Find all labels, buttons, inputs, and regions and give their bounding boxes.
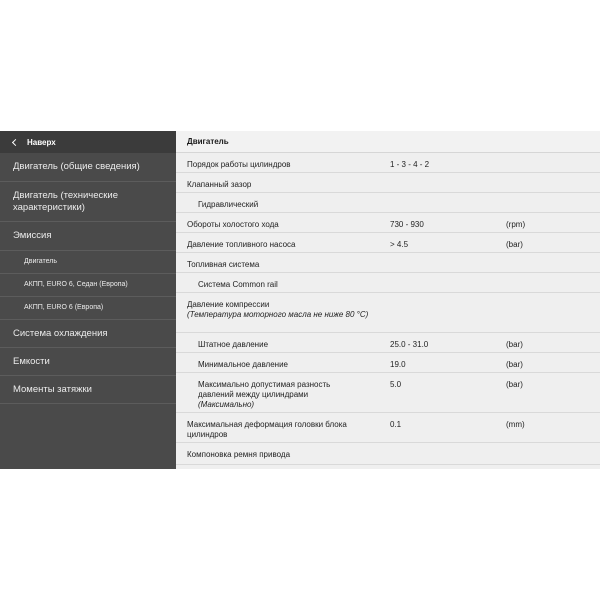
sidebar-item-capacities[interactable]: Емкости xyxy=(0,348,176,376)
row-value: 25.0 - 31.0 xyxy=(390,340,429,349)
row-label: Давление компрессии (Температура моторно… xyxy=(187,300,377,320)
row-value: 5.0 xyxy=(390,380,402,389)
row-unit: (bar) xyxy=(506,360,523,369)
sidebar: Наверх Двигатель (общие сведения) Двигат… xyxy=(0,131,176,469)
sidebar-item-label: Емкости xyxy=(13,355,50,367)
row-value: 19.0 xyxy=(390,360,406,369)
row-label-text: Давление компрессии xyxy=(187,300,270,309)
sidebar-item-engine-specs[interactable]: Двигатель (технические характеристики) xyxy=(0,182,176,222)
table-row[interactable]: Компоновка ремня привода xyxy=(176,443,600,465)
sidebar-item-cooling[interactable]: Система охлаждения xyxy=(0,320,176,348)
row-label: Компоновка ремня привода xyxy=(187,450,291,459)
row-label: Система Common rail xyxy=(198,280,278,289)
sidebar-item-label: Двигатель (общие сведения) xyxy=(13,161,140,172)
section-title: Двигатель xyxy=(176,131,600,153)
row-label: Гидравлический xyxy=(198,200,259,209)
sidebar-subitem-akpp-sedan[interactable]: АКПП, EURO 6, Седан (Европа) xyxy=(0,274,176,297)
row-unit: (mm) xyxy=(506,420,525,429)
table-row: Порядок работы цилиндров 1 - 3 - 4 - 2 xyxy=(176,153,600,173)
row-value: 1 - 3 - 4 - 2 xyxy=(390,160,430,169)
row-unit: (bar) xyxy=(506,340,523,349)
table-row: Гидравлический xyxy=(176,193,600,213)
sidebar-item-label: АКПП, EURO 6 (Европа) xyxy=(24,304,104,311)
app-window: Наверх Двигатель (общие сведения) Двигат… xyxy=(0,131,600,469)
row-label: Обороты холостого хода xyxy=(187,220,279,229)
row-label: Максимально допустимая разность давлений… xyxy=(198,380,358,410)
chevron-left-icon xyxy=(11,138,20,146)
row-label: Максимальная деформация головки блока ци… xyxy=(187,420,347,439)
row-unit: (rpm) xyxy=(506,220,526,229)
table-row: Топливная система xyxy=(176,253,600,273)
row-label: Клапанный зазор xyxy=(187,180,252,189)
sidebar-item-label: Эмиссия xyxy=(13,230,52,241)
table-row: Давление компрессии (Температура моторно… xyxy=(176,293,600,333)
back-button[interactable]: Наверх xyxy=(0,131,176,153)
spec-table: Двигатель Порядок работы цилиндров 1 - 3… xyxy=(176,131,600,469)
sidebar-item-label: Система охлаждения xyxy=(13,327,108,339)
table-row: Максимально допустимая разность давлений… xyxy=(176,373,600,413)
sidebar-item-torque[interactable]: Моменты затяжки xyxy=(0,376,176,404)
sidebar-item-engine-general[interactable]: Двигатель (общие сведения) xyxy=(0,153,176,182)
row-unit: (bar) xyxy=(506,380,523,389)
row-value: 730 - 930 xyxy=(390,220,424,229)
row-note: (Температура моторного масла не ниже 80 … xyxy=(187,310,369,319)
table-row: Клапанный зазор xyxy=(176,173,600,193)
sidebar-item-label: Моменты затяжки xyxy=(13,383,92,395)
sidebar-subitem-engine[interactable]: Двигатель xyxy=(0,251,176,274)
sidebar-subitem-akpp-europe[interactable]: АКПП, EURO 6 (Европа) xyxy=(0,297,176,320)
row-unit: (bar) xyxy=(506,240,523,249)
row-label: Минимальное давление xyxy=(198,360,288,369)
table-row: Минимальное давление 19.0 (bar) xyxy=(176,353,600,373)
sidebar-item-label: Двигатель xyxy=(24,258,58,265)
table-row: Штатное давление 25.0 - 31.0 (bar) xyxy=(176,333,600,353)
row-label: Давление топливного насоса xyxy=(187,240,296,249)
row-value: > 4.5 xyxy=(390,240,409,249)
table-row: Система Common rail xyxy=(176,273,600,293)
table-row: Максимальная деформация головки блока ци… xyxy=(176,413,600,443)
row-note: (Максимально) xyxy=(198,400,255,409)
table-row: Давление топливного насоса > 4.5 (bar) xyxy=(176,233,600,253)
table-row: Обороты холостого хода 730 - 930 (rpm) xyxy=(176,213,600,233)
row-label-text: Максимально допустимая разность давлений… xyxy=(198,380,331,399)
back-label: Наверх xyxy=(27,137,56,147)
row-label: Порядок работы цилиндров xyxy=(187,160,291,169)
sidebar-item-emission[interactable]: Эмиссия xyxy=(0,222,176,251)
sidebar-item-label: Двигатель (технические характеристики) xyxy=(13,189,118,213)
sidebar-item-label: АКПП, EURO 6, Седан (Европа) xyxy=(24,281,128,288)
row-value: 0.1 xyxy=(390,420,402,429)
row-label: Топливная система xyxy=(187,260,260,269)
row-label: Штатное давление xyxy=(198,340,269,349)
